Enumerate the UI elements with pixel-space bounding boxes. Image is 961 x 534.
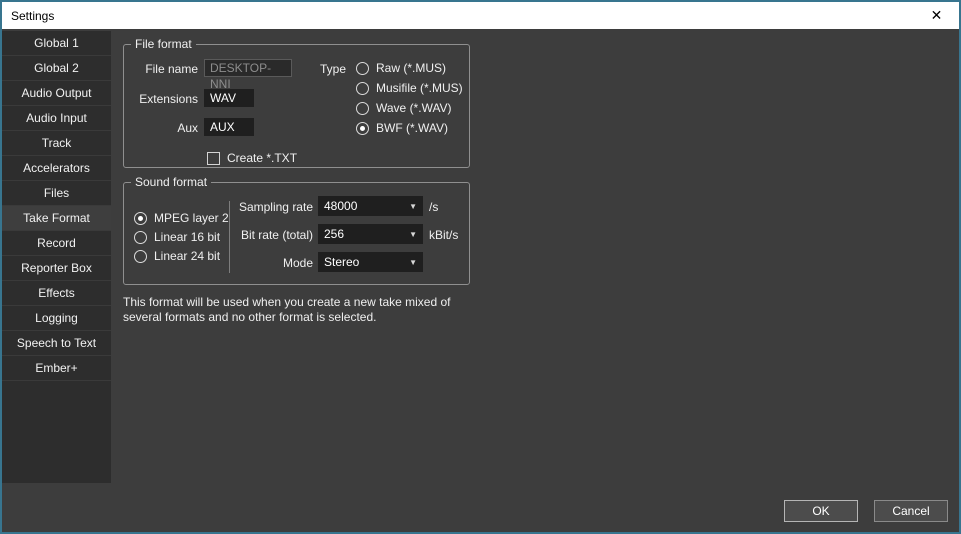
sidebar-item-global-2[interactable]: Global 2 bbox=[2, 56, 111, 81]
file-format-group-title: File format bbox=[131, 37, 196, 51]
aux-label: Aux bbox=[124, 119, 198, 137]
type-radio-musifile[interactable]: Musifile (*.MUS) bbox=[356, 79, 463, 97]
radio-icon bbox=[134, 212, 147, 225]
sidebar-item-reporter-box[interactable]: Reporter Box bbox=[2, 256, 111, 281]
sound-format-group-title: Sound format bbox=[131, 175, 211, 189]
type-label: Type bbox=[320, 60, 346, 78]
settings-dialog: Settings ✕ Global 1 Global 2 Audio Outpu… bbox=[0, 0, 961, 534]
type-radio-wave-label: Wave (*.WAV) bbox=[376, 99, 452, 117]
sidebar-item-track[interactable]: Track bbox=[2, 131, 111, 156]
sampling-rate-dropdown[interactable]: 48000 ▼ bbox=[318, 196, 423, 216]
sound-format-group: Sound format MPEG layer 2 Linear 16 bit … bbox=[123, 182, 470, 285]
sidebar-item-audio-input[interactable]: Audio Input bbox=[2, 106, 111, 131]
create-txt-label: Create *.TXT bbox=[227, 149, 297, 167]
type-radio-wave[interactable]: Wave (*.WAV) bbox=[356, 99, 452, 117]
radio-icon bbox=[356, 122, 369, 135]
extensions-label: Extensions bbox=[124, 90, 198, 108]
sidebar-item-audio-output[interactable]: Audio Output bbox=[2, 81, 111, 106]
close-icon[interactable]: ✕ bbox=[914, 2, 959, 29]
sidebar-item-accelerators[interactable]: Accelerators bbox=[2, 156, 111, 181]
ok-button[interactable]: OK bbox=[784, 500, 858, 522]
type-radio-bwf[interactable]: BWF (*.WAV) bbox=[356, 119, 448, 137]
bit-rate-dropdown[interactable]: 256 ▼ bbox=[318, 224, 423, 244]
radio-icon bbox=[356, 82, 369, 95]
radio-icon bbox=[356, 62, 369, 75]
extensions-field[interactable]: WAV bbox=[204, 89, 254, 107]
window-title: Settings bbox=[2, 9, 54, 23]
radio-icon bbox=[356, 102, 369, 115]
sampling-rate-unit: /s bbox=[429, 198, 438, 216]
sidebar-item-effects[interactable]: Effects bbox=[2, 281, 111, 306]
chevron-down-icon: ▼ bbox=[409, 258, 417, 267]
sidebar-item-record[interactable]: Record bbox=[2, 231, 111, 256]
bit-rate-label: Bit rate (total) bbox=[184, 226, 313, 244]
type-radio-raw[interactable]: Raw (*.MUS) bbox=[356, 59, 446, 77]
file-format-group: File format File name DESKTOP-NNI Type R… bbox=[123, 44, 470, 168]
mode-value: Stereo bbox=[324, 255, 409, 269]
file-name-field[interactable]: DESKTOP-NNI bbox=[204, 59, 292, 77]
aux-field[interactable]: AUX bbox=[204, 118, 254, 136]
mode-label: Mode bbox=[184, 254, 313, 272]
sidebar-item-global-1[interactable]: Global 1 bbox=[2, 31, 111, 56]
checkbox-icon bbox=[207, 152, 220, 165]
type-radio-bwf-label: BWF (*.WAV) bbox=[376, 119, 448, 137]
mode-dropdown[interactable]: Stereo ▼ bbox=[318, 252, 423, 272]
sidebar-item-ember[interactable]: Ember+ bbox=[2, 356, 111, 381]
bit-rate-value: 256 bbox=[324, 227, 409, 241]
chevron-down-icon: ▼ bbox=[409, 230, 417, 239]
sidebar-item-files[interactable]: Files bbox=[2, 181, 111, 206]
format-description: This format will be used when you create… bbox=[123, 295, 475, 325]
radio-icon bbox=[134, 231, 147, 244]
sidebar-item-logging[interactable]: Logging bbox=[2, 306, 111, 331]
titlebar: Settings ✕ bbox=[2, 2, 959, 29]
sidebar-item-take-format[interactable]: Take Format bbox=[2, 206, 111, 231]
sampling-rate-value: 48000 bbox=[324, 199, 409, 213]
chevron-down-icon: ▼ bbox=[409, 202, 417, 211]
sidebar-item-speech-to-text[interactable]: Speech to Text bbox=[2, 331, 111, 356]
create-txt-checkbox[interactable]: Create *.TXT bbox=[207, 150, 297, 166]
sampling-rate-label: Sampling rate bbox=[184, 198, 313, 216]
cancel-button[interactable]: Cancel bbox=[874, 500, 948, 522]
type-radio-musifile-label: Musifile (*.MUS) bbox=[376, 79, 463, 97]
sidebar: Global 1 Global 2 Audio Output Audio Inp… bbox=[2, 31, 111, 483]
type-radio-raw-label: Raw (*.MUS) bbox=[376, 59, 446, 77]
bit-rate-unit: kBit/s bbox=[429, 226, 458, 244]
file-name-label: File name bbox=[124, 60, 198, 78]
radio-icon bbox=[134, 250, 147, 263]
dialog-content: Global 1 Global 2 Audio Output Audio Inp… bbox=[2, 29, 959, 532]
